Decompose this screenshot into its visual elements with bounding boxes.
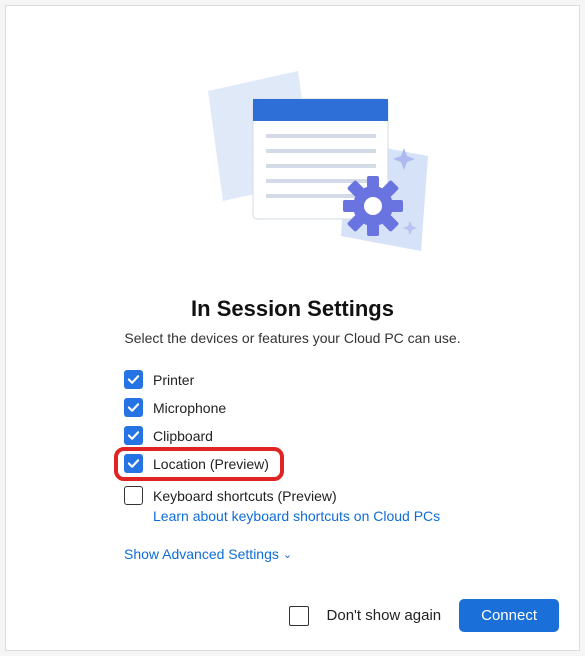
dont-show-again-checkbox[interactable] <box>289 606 309 626</box>
microphone-checkbox[interactable] <box>124 398 143 417</box>
clipboard-checkbox[interactable] <box>124 426 143 445</box>
location-checkbox[interactable] <box>124 454 143 473</box>
clipboard-label: Clipboard <box>153 426 213 446</box>
option-printer: Printer <box>124 370 579 390</box>
options-list: Printer Microphone Clipboard Location (P… <box>124 370 579 524</box>
printer-label: Printer <box>153 370 194 390</box>
dialog-subtitle: Select the devices or features your Clou… <box>6 330 579 346</box>
session-settings-dialog: In Session Settings Select the devices o… <box>5 5 580 651</box>
location-label: Location (Preview) <box>153 454 269 474</box>
keyboard-label: Keyboard shortcuts (Preview) <box>153 486 440 506</box>
option-keyboard: Keyboard shortcuts (Preview) Learn about… <box>124 486 579 524</box>
check-icon <box>127 401 140 414</box>
chevron-down-icon: ⌄ <box>283 548 292 561</box>
dialog-title: In Session Settings <box>6 296 579 322</box>
printer-checkbox[interactable] <box>124 370 143 389</box>
settings-window-illustration-icon <box>148 61 438 271</box>
dialog-footer: Don't show again Connect <box>289 599 559 632</box>
connect-button[interactable]: Connect <box>459 599 559 632</box>
keyboard-checkbox[interactable] <box>124 486 143 505</box>
advanced-link-label: Show Advanced Settings <box>124 546 279 562</box>
illustration <box>6 46 579 286</box>
option-microphone: Microphone <box>124 398 579 418</box>
dont-show-again-option[interactable]: Don't show again <box>289 606 442 626</box>
check-icon <box>127 429 140 442</box>
option-clipboard: Clipboard <box>124 426 579 446</box>
show-advanced-settings-link[interactable]: Show Advanced Settings ⌄ <box>124 546 292 562</box>
check-icon <box>127 457 140 470</box>
keyboard-shortcuts-learn-link[interactable]: Learn about keyboard shortcuts on Cloud … <box>153 508 440 524</box>
option-location: Location (Preview) <box>124 454 579 474</box>
check-icon <box>127 373 140 386</box>
microphone-label: Microphone <box>153 398 226 418</box>
dont-show-again-label: Don't show again <box>327 607 442 624</box>
